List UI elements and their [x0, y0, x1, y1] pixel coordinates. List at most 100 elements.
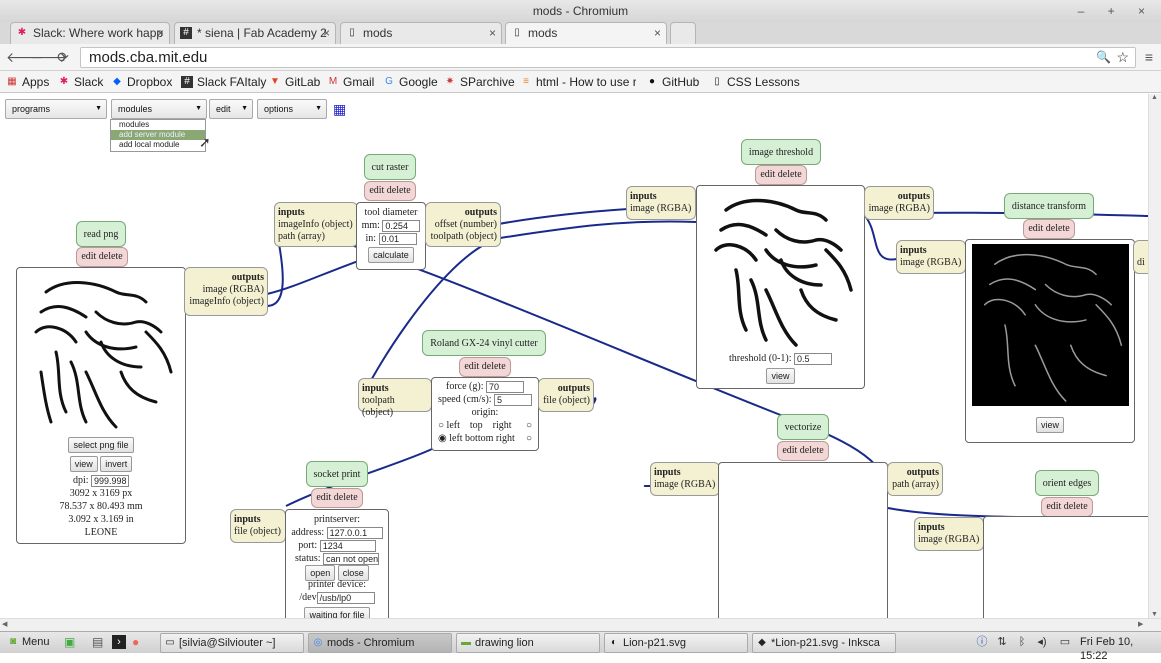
- socket-print-edit-delete[interactable]: edit delete: [311, 488, 363, 508]
- view-button[interactable]: view: [69, 456, 98, 472]
- speed-input[interactable]: 5: [494, 393, 533, 406]
- vectorize-title[interactable]: vectorize: [777, 414, 829, 440]
- distance-transform-edit-delete[interactable]: edit delete: [1023, 219, 1075, 239]
- programs-menu[interactable]: programs ▼: [5, 99, 107, 119]
- menu-icon[interactable]: ≡: [1140, 48, 1158, 66]
- zoom-icon[interactable]: 🔍: [1096, 48, 1111, 67]
- distance-transform-inputs[interactable]: inputs image (RGBA): [896, 240, 966, 274]
- radio-right-bottom[interactable]: ○: [526, 432, 532, 445]
- roland-inputs[interactable]: inputs toolpath (object): [358, 378, 432, 418]
- reload-icon[interactable]: ⟳: [54, 48, 72, 66]
- output-imageinfo[interactable]: imageInfo (object): [189, 296, 264, 307]
- task-lion-svg[interactable]: ◐ Lion-p21.svg: [604, 633, 748, 653]
- image-threshold-title[interactable]: image threshold: [741, 139, 821, 165]
- output-image-rgba[interactable]: image (RGBA): [869, 203, 930, 214]
- scroll-down-icon[interactable]: ▼: [1151, 611, 1158, 618]
- terminal-launcher-icon[interactable]: ›: [112, 635, 126, 649]
- bookmark-css-lessons[interactable]: ▯ CSS Lessons: [711, 73, 799, 91]
- network-icon[interactable]: ⇅: [995, 635, 1009, 649]
- forward-icon[interactable]: 🡒: [30, 48, 68, 66]
- distance-transform-outputs-partial[interactable]: di: [1133, 240, 1148, 274]
- firefox-icon[interactable]: ●: [132, 635, 139, 649]
- force-input[interactable]: 70: [485, 380, 524, 393]
- bookmark-apps[interactable]: ▦ Apps: [6, 73, 49, 91]
- new-tab-button[interactable]: [670, 22, 696, 44]
- view-button[interactable]: view: [1035, 417, 1064, 433]
- close-icon[interactable]: ×: [654, 23, 661, 43]
- threshold-input[interactable]: 0.5: [794, 352, 832, 365]
- options-menu[interactable]: options ▼: [257, 99, 327, 119]
- scroll-up-icon[interactable]: ▲: [1151, 94, 1158, 101]
- radio-left-bottom[interactable]: ◉: [438, 433, 447, 444]
- scroll-left-icon[interactable]: ◀: [2, 620, 7, 628]
- orient-edges-inputs[interactable]: inputs image (RGBA): [914, 517, 984, 551]
- device-input[interactable]: /usb/lp0: [316, 591, 375, 604]
- vectorize-inputs[interactable]: inputs image (RGBA): [650, 462, 720, 496]
- in-input[interactable]: 0.01: [378, 232, 417, 245]
- mm-input[interactable]: 0.254: [382, 219, 421, 232]
- cut-raster-title[interactable]: cut raster: [364, 154, 416, 180]
- select-png-button[interactable]: select png file: [68, 437, 134, 453]
- orient-edges-title[interactable]: orient edges: [1035, 470, 1099, 496]
- bookmark-slack[interactable]: ✱ Slack: [58, 73, 104, 91]
- dropdown-item-modules[interactable]: modules: [111, 120, 205, 130]
- vectorize-outputs[interactable]: outputs path (array): [887, 462, 943, 496]
- read-png-edit-delete[interactable]: edit delete: [76, 247, 128, 267]
- bookmark-slack-faitaly[interactable]: # Slack FAItaly: [181, 73, 266, 91]
- window-controls[interactable]: – + ×: [1078, 0, 1155, 22]
- bookmark-github[interactable]: ● GitHub: [646, 73, 699, 91]
- bookmark-gmail[interactable]: M Gmail: [327, 73, 375, 91]
- dropdown-item-add-local-module[interactable]: add local module: [111, 140, 205, 150]
- cut-raster-inputs[interactable]: inputs imageInfo (object) path (array): [274, 202, 358, 247]
- horizontal-scrollbar[interactable]: ◀ ▶: [0, 618, 1161, 631]
- bookmark-dropbox[interactable]: ◆ Dropbox: [111, 73, 172, 91]
- mods-canvas[interactable]: programs ▼ modules ▼ edit ▼ options ▼ ▦ modu…: [0, 94, 1148, 618]
- radio-right-top[interactable]: ○: [526, 419, 532, 432]
- task-drawing-lion[interactable]: ▬ drawing lion: [456, 633, 600, 653]
- roland-outputs[interactable]: outputs file (object): [538, 378, 594, 412]
- read-png-title[interactable]: read png: [76, 221, 126, 247]
- url-bar[interactable]: mods.cba.mit.edu 🔍 ☆: [80, 47, 1136, 68]
- cut-raster-edit-delete[interactable]: edit delete: [364, 181, 416, 201]
- bookmark-google[interactable]: G Google: [383, 73, 438, 91]
- output-toolpath[interactable]: toolpath (object): [431, 231, 497, 242]
- image-threshold-inputs[interactable]: inputs image (RGBA): [626, 186, 696, 220]
- start-menu-button[interactable]: ◙ Menu: [4, 633, 60, 653]
- dpi-input[interactable]: 999.998: [91, 474, 130, 487]
- task-terminal[interactable]: ▭ [silvia@Silviouter ~]: [160, 633, 304, 653]
- output-file[interactable]: file (object): [543, 395, 590, 406]
- calculate-button[interactable]: calculate: [368, 247, 414, 263]
- cut-raster-outputs[interactable]: outputs offset (number) toolpath (object…: [425, 202, 501, 247]
- tab-slack[interactable]: ✱ Slack: Where work happ ×: [10, 22, 170, 44]
- output-offset[interactable]: offset (number): [435, 219, 497, 230]
- dropdown-item-add-server-module[interactable]: add server module: [111, 130, 205, 140]
- socket-print-inputs[interactable]: inputs file (object): [230, 509, 286, 543]
- scroll-right-icon[interactable]: ▶: [1138, 620, 1143, 628]
- input-image-rgba[interactable]: image (RGBA): [900, 257, 961, 268]
- edit-menu[interactable]: edit ▼: [209, 99, 253, 119]
- input-image-rgba[interactable]: image (RGBA): [654, 479, 715, 490]
- input-image-rgba[interactable]: image (RGBA): [918, 534, 979, 545]
- output-path[interactable]: path (array): [892, 479, 939, 490]
- desktop-icon[interactable]: ▣: [64, 635, 75, 649]
- input-toolpath[interactable]: toolpath (object): [362, 395, 395, 418]
- task-inkscape[interactable]: ◆ *Lion-p21.svg - Inksca: [752, 633, 896, 653]
- view-button[interactable]: view: [766, 368, 795, 384]
- orient-edges-edit-delete[interactable]: edit delete: [1041, 497, 1093, 517]
- bluetooth-icon[interactable]: ᛒ: [1015, 635, 1029, 649]
- bookmark-stackoverflow[interactable]: ≡ html - How to use re: [520, 73, 636, 91]
- input-path[interactable]: path (array): [278, 231, 325, 242]
- input-image-rgba[interactable]: image (RGBA): [630, 203, 691, 214]
- task-chromium[interactable]: ◎ mods - Chromium: [308, 633, 452, 653]
- vertical-scrollbar[interactable]: ▲ ▼: [1148, 94, 1161, 618]
- invert-button[interactable]: invert: [100, 456, 133, 472]
- tab-siena[interactable]: # * siena | Fab Academy 2 ×: [174, 22, 336, 44]
- input-file[interactable]: file (object): [234, 526, 281, 537]
- image-threshold-outputs[interactable]: outputs image (RGBA): [864, 186, 934, 220]
- battery-icon[interactable]: ▭: [1058, 635, 1072, 649]
- roland-title[interactable]: Roland GX-24 vinyl cutter: [422, 330, 546, 356]
- image-threshold-edit-delete[interactable]: edit delete: [755, 165, 807, 185]
- star-icon[interactable]: ☆: [1116, 48, 1129, 67]
- radio-left-top[interactable]: ○: [438, 420, 444, 431]
- socket-print-title[interactable]: socket print: [306, 461, 368, 487]
